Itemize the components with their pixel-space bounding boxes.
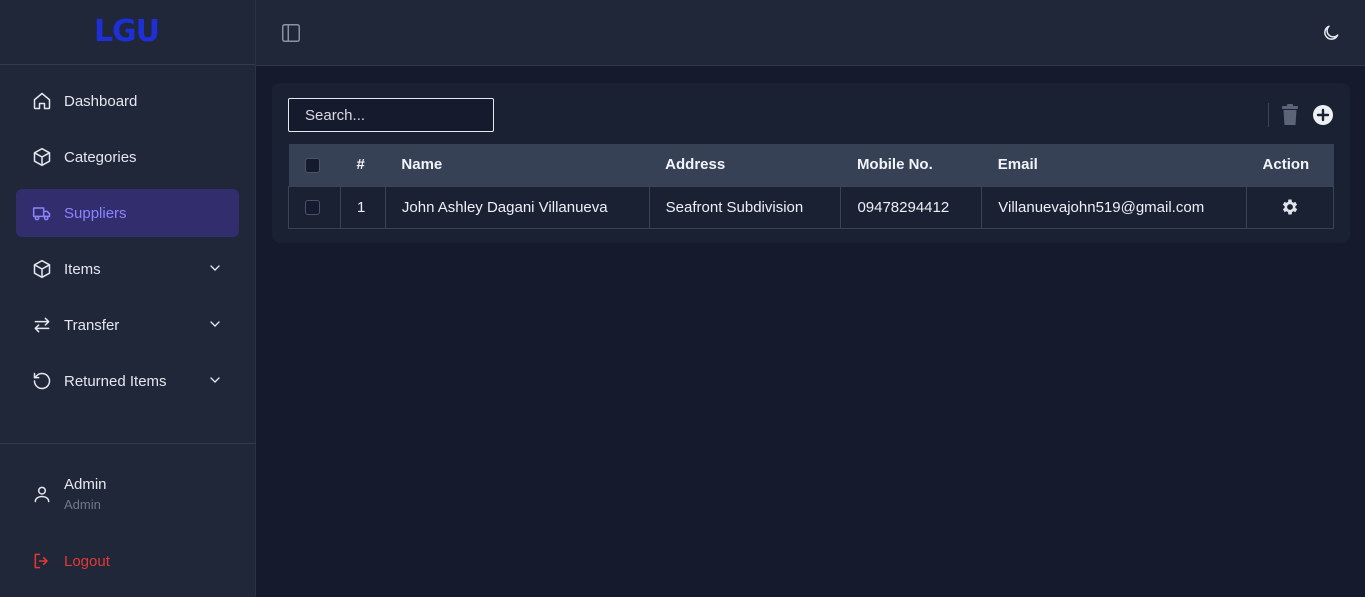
sidebar-item-items[interactable]: Items xyxy=(16,245,239,293)
sidebar-toggle-icon[interactable] xyxy=(280,22,302,44)
column-header-name[interactable]: Name xyxy=(385,144,649,186)
sidebar-item-categories[interactable]: Categories xyxy=(16,133,239,181)
cube-icon xyxy=(32,259,52,279)
select-all-checkbox[interactable] xyxy=(304,157,320,173)
logout-icon xyxy=(34,553,48,569)
suppliers-table: # Name Address Mobile No. Email Action 1… xyxy=(288,144,1334,229)
sidebar-item-label: Categories xyxy=(64,148,137,166)
chevron-down-icon[interactable] xyxy=(207,316,223,332)
moon-icon[interactable] xyxy=(1321,23,1341,43)
table-header-row: # Name Address Mobile No. Email Action xyxy=(288,144,1334,186)
home-icon xyxy=(32,91,52,111)
sidebar-item-suppliers[interactable]: Suppliers xyxy=(16,189,239,237)
cell-index: 1 xyxy=(339,185,386,229)
column-header-address[interactable]: Address xyxy=(649,144,841,186)
select-all-cell xyxy=(289,144,341,186)
column-header-email[interactable]: Email xyxy=(982,144,1247,186)
column-header-action: Action xyxy=(1262,156,1310,174)
brand: LGU xyxy=(0,0,255,65)
column-header-mobile[interactable]: Mobile No. xyxy=(841,144,982,186)
user-role: Admin xyxy=(64,497,101,512)
sidebar: LGU Dashboard Categories Suppliers Items… xyxy=(0,0,256,597)
user-icon xyxy=(34,486,50,503)
user-profile[interactable]: Admin Admin xyxy=(0,444,256,544)
sidebar-item-label: Dashboard xyxy=(64,92,138,110)
column-header-index: # xyxy=(356,156,365,174)
cell-mobile: 09478294412 xyxy=(840,185,983,229)
top-bar xyxy=(256,0,1365,66)
sidebar-item-transfer[interactable]: Transfer xyxy=(16,301,239,349)
rotate-ccw-icon xyxy=(32,371,52,391)
sidebar-item-label: Suppliers xyxy=(64,204,127,222)
trash-icon[interactable] xyxy=(1281,104,1299,126)
sidebar-item-dashboard[interactable]: Dashboard xyxy=(16,77,239,125)
user-info: Admin Admin xyxy=(64,476,107,512)
cell-email: Villanuevajohn519@gmail.com xyxy=(981,185,1248,229)
logout-button[interactable]: Logout xyxy=(0,544,256,578)
toolbar-divider xyxy=(1268,103,1269,127)
sidebar-item-label: Items xyxy=(64,260,101,278)
cell-name: John Ashley Dagani Villanueva xyxy=(384,185,650,229)
sidebar-footer: Admin Admin Logout xyxy=(0,443,256,578)
truck-icon xyxy=(32,203,52,223)
sidebar-item-label: Returned Items xyxy=(64,372,167,390)
table-row[interactable]: 1 John Ashley Dagani Villanueva Seafront… xyxy=(288,185,1334,229)
plus-circle-icon[interactable] xyxy=(1312,104,1334,126)
search-input[interactable] xyxy=(288,98,494,132)
gear-icon[interactable] xyxy=(1280,197,1300,217)
cube-icon xyxy=(32,147,52,167)
row-select-cell xyxy=(288,185,341,229)
cell-address: Seafront Subdivision xyxy=(648,185,842,229)
chevron-down-icon[interactable] xyxy=(207,260,223,276)
cell-action xyxy=(1246,185,1334,229)
user-name: Admin xyxy=(64,476,107,493)
sidebar-item-returned-items[interactable]: Returned Items xyxy=(16,357,239,405)
sidebar-item-label: Transfer xyxy=(64,316,120,334)
suppliers-card: # Name Address Mobile No. Email Action 1… xyxy=(272,83,1350,243)
sidebar-nav: Dashboard Categories Suppliers Items Tra… xyxy=(0,65,255,405)
row-checkbox[interactable] xyxy=(305,200,320,216)
logout-label: Logout xyxy=(64,552,110,570)
arrows-left-right-icon xyxy=(32,315,52,335)
brand-logo[interactable]: LGU xyxy=(94,14,160,49)
chevron-down-icon[interactable] xyxy=(207,372,223,388)
